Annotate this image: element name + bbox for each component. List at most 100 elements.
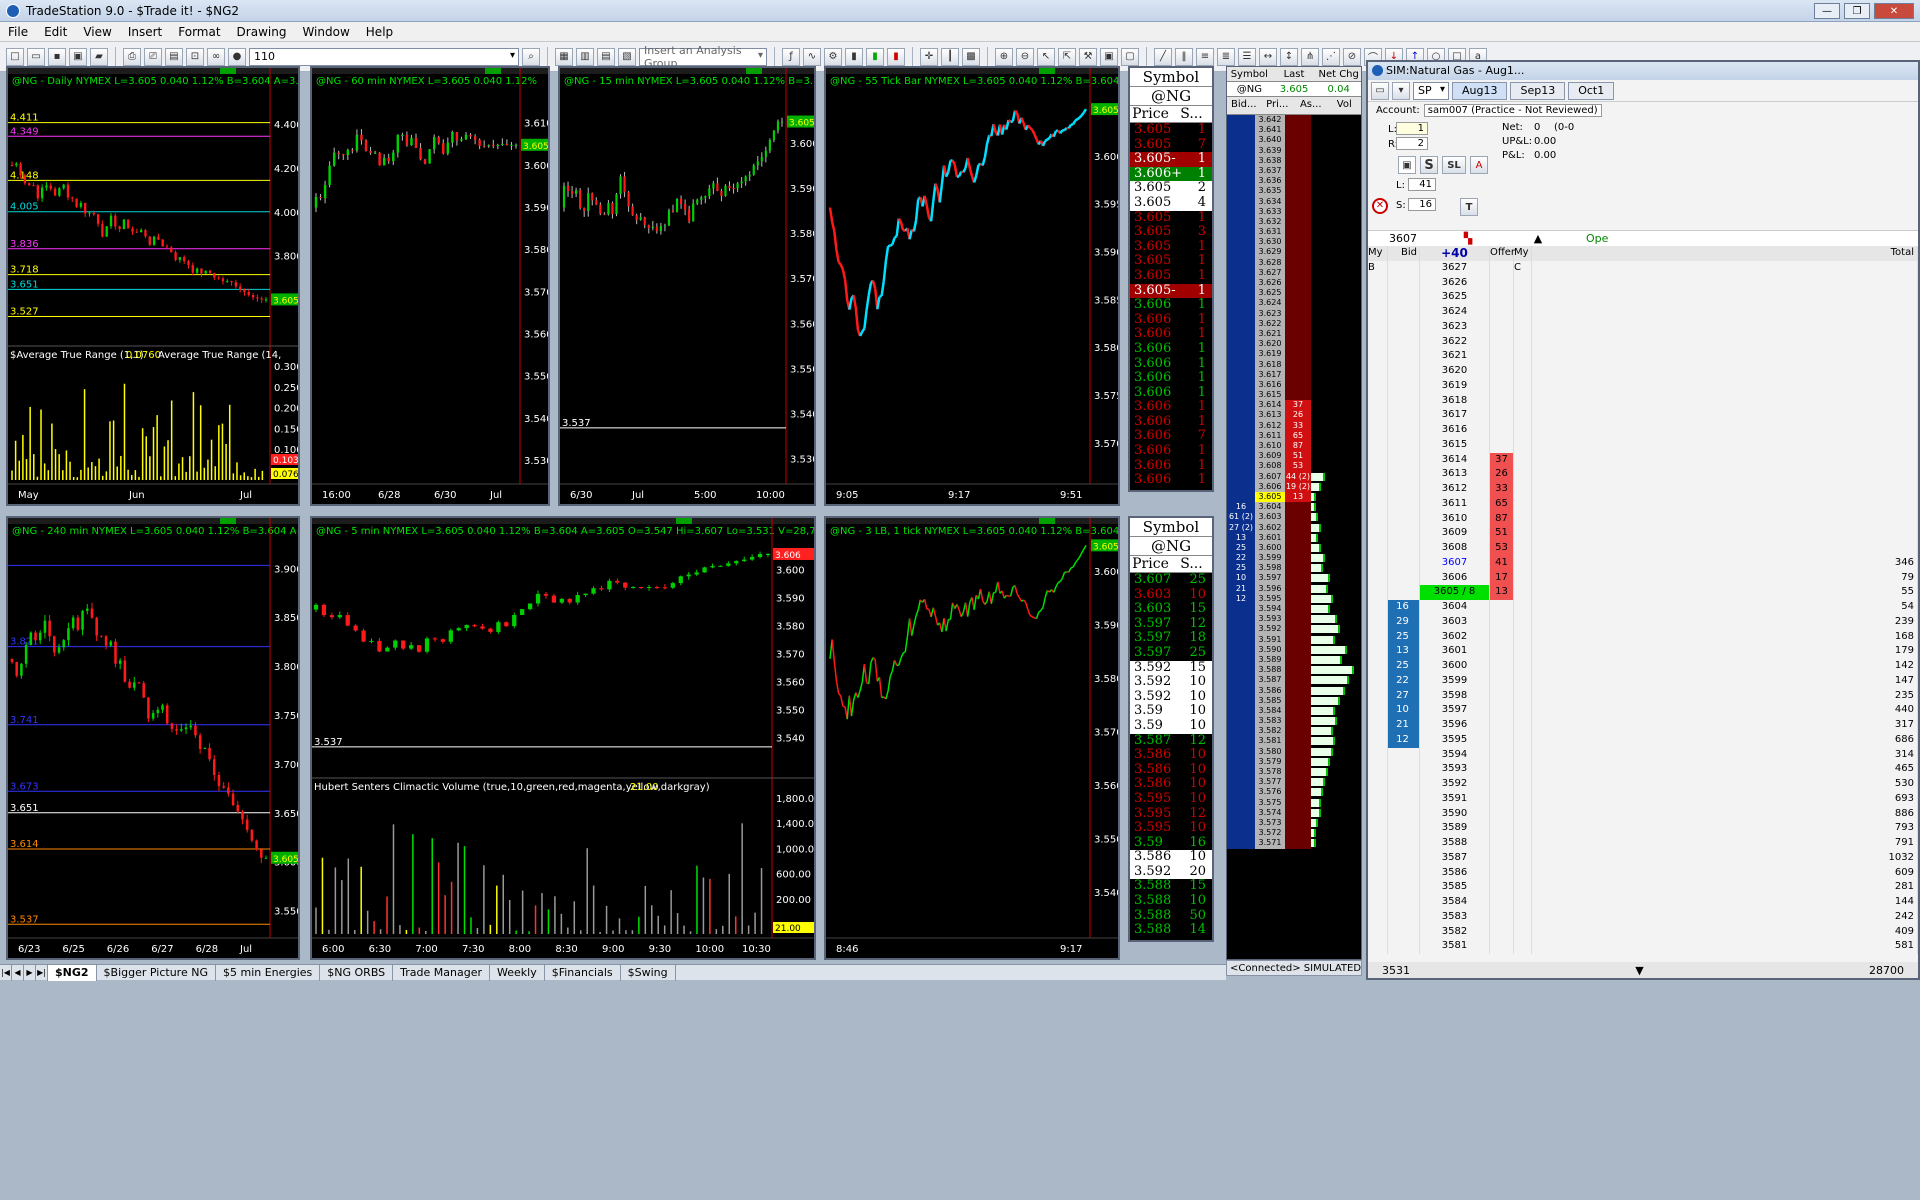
ladder-my-bid[interactable]: [1368, 673, 1388, 689]
ladder-my-bid[interactable]: [1368, 880, 1388, 895]
matrix-row[interactable]: 3.641: [1227, 125, 1361, 136]
ladder-total[interactable]: 55: [1532, 585, 1918, 600]
matrix-ask-size[interactable]: [1285, 634, 1311, 645]
matrix-price[interactable]: 3.621: [1255, 328, 1285, 340]
ladder-my-offer[interactable]: [1514, 791, 1532, 807]
ladder-price[interactable]: 3582: [1420, 924, 1490, 940]
ladder-my-offer[interactable]: [1514, 850, 1532, 866]
matrix-ask-size[interactable]: [1285, 165, 1311, 177]
matrix-ask-size[interactable]: [1285, 390, 1311, 401]
ladder-total[interactable]: [1532, 423, 1918, 438]
matrix-price[interactable]: 3.632: [1255, 216, 1285, 228]
matrix-row[interactable]: 3.639: [1227, 145, 1361, 156]
matrix-ask-size[interactable]: [1285, 685, 1311, 696]
matrix-row[interactable]: 3.588: [1227, 665, 1361, 676]
matrix-row[interactable]: 3.634: [1227, 196, 1361, 207]
ladder-bid[interactable]: 13: [1388, 644, 1420, 659]
ladder-my-bid[interactable]: [1368, 511, 1388, 527]
ladder-row[interactable]: 3591 693: [1368, 791, 1918, 807]
matrix-row[interactable]: 3.618: [1227, 359, 1361, 370]
ladder-offer[interactable]: [1490, 850, 1514, 866]
ladder-my-offer[interactable]: [1514, 703, 1532, 718]
ladder-bid[interactable]: [1388, 570, 1420, 586]
ladder-my-bid[interactable]: [1368, 319, 1388, 335]
menu-window[interactable]: Window: [294, 25, 357, 39]
tab-nav-next-icon[interactable]: ▶: [24, 964, 36, 981]
matrix-bid-size[interactable]: [1227, 685, 1255, 696]
ladder-my-offer[interactable]: [1514, 644, 1532, 659]
matrix-price[interactable]: 3.587: [1255, 675, 1285, 686]
matrix-bid-size[interactable]: [1227, 797, 1255, 808]
ladder-row[interactable]: 3621: [1368, 349, 1918, 364]
matrix-ask-size[interactable]: [1285, 563, 1311, 574]
ladder-offer[interactable]: [1490, 836, 1514, 851]
matrix-row[interactable]: 3.590: [1227, 644, 1361, 655]
ladder-bid[interactable]: [1388, 511, 1420, 527]
matrix-bid-size[interactable]: [1227, 328, 1255, 340]
matrix-ask-size[interactable]: [1285, 756, 1311, 767]
ladder-bid[interactable]: [1388, 895, 1420, 910]
ladder-bid[interactable]: [1388, 275, 1420, 291]
ladder-row[interactable]: 3607 41 346: [1368, 555, 1918, 571]
matrix-bid-size[interactable]: 22: [1227, 553, 1255, 564]
ladder-price[interactable]: 3596: [1420, 718, 1490, 733]
ladder-my-offer[interactable]: [1514, 349, 1532, 364]
ladder-row[interactable]: 3615: [1368, 437, 1918, 453]
ladder-row[interactable]: 16 3604 54: [1368, 600, 1918, 615]
matrix-bid-size[interactable]: [1227, 787, 1255, 798]
ladder-column-header[interactable]: My C: [1514, 246, 1532, 273]
ladder-total[interactable]: [1532, 334, 1918, 350]
ladder-total[interactable]: [1532, 260, 1918, 276]
matrix-ask-size[interactable]: [1285, 675, 1311, 686]
ladder-total[interactable]: 465: [1532, 762, 1918, 777]
matrix-row[interactable]: 3.611 65: [1227, 430, 1361, 441]
ladder-price[interactable]: 3617: [1420, 408, 1490, 423]
matrix-ask-size[interactable]: 44 (2): [1285, 471, 1311, 482]
matrix-ask-size[interactable]: [1285, 512, 1311, 523]
ladder-my-offer[interactable]: [1514, 688, 1532, 704]
ladder-offer[interactable]: [1490, 791, 1514, 807]
ladder-my-offer[interactable]: [1514, 496, 1532, 512]
symbol-value[interactable]: @NG: [1130, 537, 1212, 556]
ladder-row[interactable]: 3612 33: [1368, 482, 1918, 497]
ladder-price[interactable]: 3593: [1420, 762, 1490, 777]
ladder-offer[interactable]: [1490, 718, 1514, 733]
ladder-my-bid[interactable]: [1368, 408, 1388, 423]
matrix-ask-size[interactable]: [1285, 716, 1311, 727]
flag-icon[interactable]: ▚: [1438, 232, 1498, 245]
matrix-header-cell[interactable]: Net Chg: [1316, 67, 1361, 81]
ladder-total[interactable]: 791: [1532, 836, 1918, 851]
matrix-row[interactable]: 3.586: [1227, 685, 1361, 696]
save-all-icon[interactable]: ▣: [69, 47, 87, 66]
chart-plot-daily[interactable]: 4.4114.3494.1484.0053.8363.7183.6513.527…: [8, 68, 298, 504]
ladder-bid[interactable]: [1388, 482, 1420, 497]
matrix-bid-size[interactable]: [1227, 705, 1255, 717]
ladder-total[interactable]: [1532, 482, 1918, 497]
grid-icon[interactable]: ▦: [555, 47, 573, 66]
tab--financials[interactable]: $Financials: [545, 964, 621, 981]
ladder-bid[interactable]: [1388, 585, 1420, 600]
matrix-price[interactable]: 3.613: [1255, 410, 1285, 421]
price-column-header[interactable]: Price: [1130, 106, 1171, 122]
matrix-ask-size[interactable]: 13: [1285, 491, 1311, 503]
ladder-my-bid[interactable]: [1368, 482, 1388, 497]
ladder-my-offer[interactable]: [1514, 467, 1532, 482]
ladder-bid[interactable]: [1388, 260, 1420, 276]
horizontal-arrow-icon[interactable]: ↔: [1259, 47, 1277, 66]
ladder-total[interactable]: 793: [1532, 821, 1918, 836]
ladder-total[interactable]: [1532, 452, 1918, 468]
matrix-ask-size[interactable]: [1285, 593, 1311, 604]
matrix-price[interactable]: 3.631: [1255, 227, 1285, 238]
matrix-price[interactable]: 3.626: [1255, 278, 1285, 289]
ladder-row[interactable]: 25 3600 142: [1368, 659, 1918, 674]
ladder-my-bid[interactable]: [1368, 629, 1388, 645]
ladder-bid[interactable]: [1388, 437, 1420, 453]
matrix-bid-size[interactable]: [1227, 736, 1255, 747]
matrix-sub-header-cell[interactable]: Pri...: [1261, 97, 1295, 114]
ladder-row[interactable]: 3587 1032: [1368, 850, 1918, 866]
fib-icon[interactable]: ☰: [1238, 47, 1256, 66]
matrix-sub-header-cell[interactable]: As...: [1294, 97, 1328, 114]
list-icon[interactable]: ▤: [597, 47, 615, 66]
matrix-ask-size[interactable]: [1285, 787, 1311, 798]
ladder-offer[interactable]: 65: [1490, 496, 1514, 512]
